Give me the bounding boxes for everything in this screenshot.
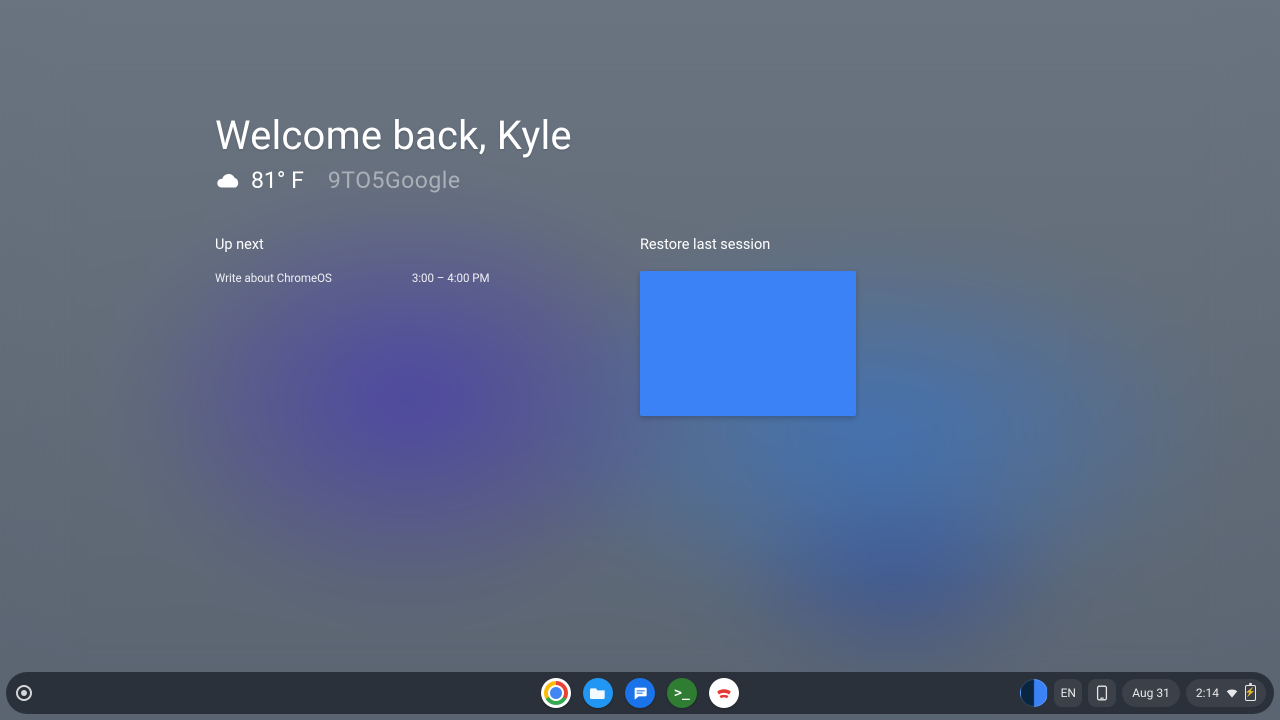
phone-hub-button[interactable]: [1088, 679, 1116, 707]
restore-session-section: Restore last session: [640, 236, 856, 416]
launcher-button[interactable]: [16, 685, 32, 701]
app-files-icon[interactable]: [583, 678, 613, 708]
language-label: EN: [1061, 686, 1076, 700]
welcome-greeting: Welcome back, Kyle: [215, 112, 1280, 159]
battery-icon: [1245, 685, 1256, 701]
wifi-icon: [1225, 686, 1239, 700]
desktop: Welcome back, Kyle 81° F 9TO5Google Up n…: [0, 0, 1280, 720]
language-indicator[interactable]: EN: [1054, 679, 1082, 707]
up-next-item-time: 3:00 – 4:00 PM: [412, 271, 490, 285]
watermark: 9TO5Google: [328, 167, 461, 194]
up-next-section: Up next Write about ChromeOS 3:00 – 4:00…: [215, 236, 530, 416]
phone-icon: [1095, 685, 1109, 701]
status-tray: EN Aug 31 2:14: [1020, 679, 1274, 707]
up-next-item-title: Write about ChromeOS: [215, 271, 332, 285]
avatar[interactable]: [1020, 679, 1048, 707]
app-chrome-icon[interactable]: [541, 678, 571, 708]
app-messages-icon[interactable]: [625, 678, 655, 708]
up-next-item[interactable]: Write about ChromeOS 3:00 – 4:00 PM: [215, 271, 530, 285]
up-next-heading: Up next: [215, 236, 530, 253]
restore-heading: Restore last session: [640, 236, 856, 253]
time-label: 2:14: [1196, 686, 1219, 700]
weather-row: 81° F 9TO5Google: [215, 167, 1280, 194]
shelf: >_ EN Aug 31 2:14: [6, 672, 1274, 714]
app-stadia-icon[interactable]: [709, 678, 739, 708]
welcome-overlay: Welcome back, Kyle 81° F 9TO5Google Up n…: [0, 0, 1280, 416]
date-pill[interactable]: Aug 31: [1122, 679, 1180, 707]
quick-settings-pill[interactable]: 2:14: [1186, 679, 1266, 707]
shelf-apps: >_: [541, 678, 739, 708]
date-label: Aug 31: [1132, 686, 1170, 700]
app-terminal-icon[interactable]: >_: [667, 678, 697, 708]
temperature: 81° F: [251, 167, 304, 194]
restore-session-thumbnail[interactable]: [640, 271, 856, 416]
cloud-icon: [215, 168, 241, 194]
